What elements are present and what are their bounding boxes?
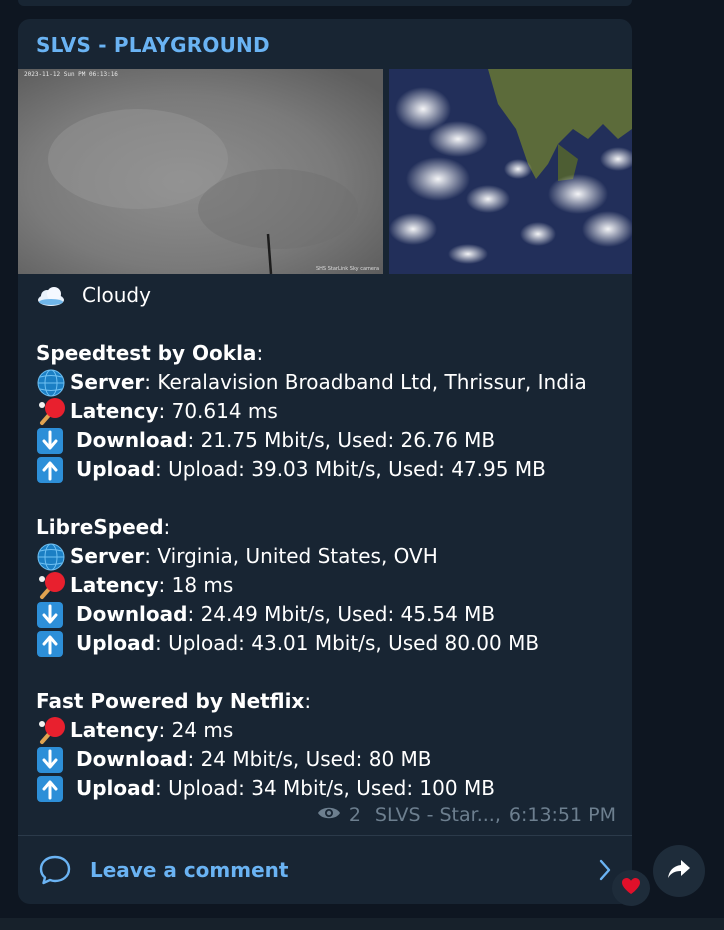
comment-bubble-icon [38, 854, 72, 890]
share-button[interactable] [653, 845, 705, 897]
stat-row: Download: 21.75 Mbit/s, Used: 26.76 MB [36, 426, 626, 455]
section-title-text: LibreSpeed [36, 515, 164, 539]
stat-label: Server [70, 370, 145, 394]
post-author: SLVS - Star..., [374, 804, 501, 826]
stat-value: : Virginia, United States, OVH [144, 544, 438, 568]
stat-row: Latency: 70.614 ms [36, 397, 626, 426]
stat-row: Download: 24 Mbit/s, Used: 80 MB [36, 745, 626, 774]
stat-label: Latency [70, 573, 159, 597]
weather-text: Cloudy [82, 283, 151, 307]
heart-icon [621, 877, 641, 899]
stat-row: Upload: Upload: 34 Mbit/s, Used: 100 MB [36, 774, 626, 803]
sky-cam-timestamp: 2023-11-12 Sun PM 06:13:16 [24, 71, 118, 78]
ping-pong-icon [36, 716, 70, 745]
channel-post: SLVS - PLAYGROUND 2023-11-12 Sun PM 06:1… [18, 19, 632, 904]
reaction-heart-button[interactable] [612, 870, 650, 906]
stat-value: : 21.75 Mbit/s, Used: 26.76 MB [187, 428, 496, 452]
sky-camera-photo[interactable]: 2023-11-12 Sun PM 06:13:16 SHS StarLink … [18, 69, 383, 274]
leave-comment-label: Leave a comment [90, 858, 289, 882]
stat-value: : 24.49 Mbit/s, Used: 45.54 MB [187, 602, 496, 626]
download-arrow-icon [36, 426, 76, 455]
cloud-icon [36, 281, 76, 310]
stat-value: : 70.614 ms [158, 399, 278, 423]
channel-name[interactable]: SLVS - PLAYGROUND [36, 33, 270, 57]
stat-value: : Keralavision Broadband Ltd, Thrissur, … [144, 370, 587, 394]
stat-label: Download [76, 602, 188, 626]
upload-arrow-icon [36, 455, 76, 484]
stat-label: Download [76, 428, 188, 452]
stat-value: : Upload: 34 Mbit/s, Used: 100 MB [154, 776, 495, 800]
composer-edge [0, 918, 724, 930]
post-time: 6:13:51 PM [508, 804, 616, 826]
stat-label: Latency [70, 399, 159, 423]
stat-label: Upload [76, 631, 155, 655]
section-title-suffix: : [256, 341, 264, 365]
stat-label: Server [70, 544, 145, 568]
stat-value: : 18 ms [158, 573, 234, 597]
stat-row: Upload: Upload: 39.03 Mbit/s, Used: 47.9… [36, 455, 626, 484]
stat-value: : 24 ms [158, 718, 234, 742]
sky-cam-watermark: SHS StarLink Sky camera [316, 266, 379, 272]
message-text: Cloudy Speedtest by Ookla: Server: Kerala… [36, 281, 626, 803]
stat-label: Latency [70, 718, 159, 742]
globe-icon [36, 542, 70, 571]
stat-value: : 24 Mbit/s, Used: 80 MB [187, 747, 432, 771]
previous-message-bubble [18, 0, 632, 6]
stat-label: Upload [76, 776, 155, 800]
stat-value: : Upload: 43.01 Mbit/s, Used 80.00 MB [154, 631, 540, 655]
download-arrow-icon [36, 600, 76, 629]
section-title-text: Speedtest by Ookla [36, 341, 257, 365]
stat-row: Latency: 18 ms [36, 571, 626, 600]
section-title-text: Fast Powered by Netflix [36, 689, 305, 713]
section-title: Speedtest by Ookla: [36, 339, 626, 368]
speedtest-sections: Speedtest by Ookla: Server: Keralavision … [36, 339, 626, 803]
message-meta: 2 SLVS - Star..., 6:13:51 PM [317, 804, 616, 826]
section-title-suffix: : [304, 689, 312, 713]
stat-row: Upload: Upload: 43.01 Mbit/s, Used 80.00… [36, 629, 626, 658]
stat-label: Download [76, 747, 188, 771]
globe-icon [36, 368, 70, 397]
weather-line: Cloudy [36, 281, 626, 310]
satellite-photo[interactable] [389, 69, 632, 274]
section-title: Fast Powered by Netflix: [36, 687, 626, 716]
views-icon [317, 804, 341, 826]
upload-arrow-icon [36, 629, 76, 658]
stat-row: Latency: 24 ms [36, 716, 626, 745]
leave-comment-button[interactable]: Leave a comment [18, 836, 632, 904]
ping-pong-icon [36, 571, 70, 600]
media-album: 2023-11-12 Sun PM 06:13:16 SHS StarLink … [18, 69, 632, 274]
stat-row: Server: Virginia, United States, OVH [36, 542, 626, 571]
views-count: 2 [348, 804, 361, 826]
stat-label: Upload [76, 457, 155, 481]
section-title: LibreSpeed: [36, 513, 626, 542]
section-title-suffix: : [163, 515, 171, 539]
stat-value: : Upload: 39.03 Mbit/s, Used: 47.95 MB [154, 457, 546, 481]
download-arrow-icon [36, 745, 76, 774]
stat-row: Download: 24.49 Mbit/s, Used: 45.54 MB [36, 600, 626, 629]
upload-arrow-icon [36, 774, 76, 803]
share-arrow-icon [666, 858, 692, 884]
ping-pong-icon [36, 397, 70, 426]
stat-row: Server: Keralavision Broadband Ltd, Thri… [36, 368, 626, 397]
chevron-right-icon [598, 858, 612, 886]
